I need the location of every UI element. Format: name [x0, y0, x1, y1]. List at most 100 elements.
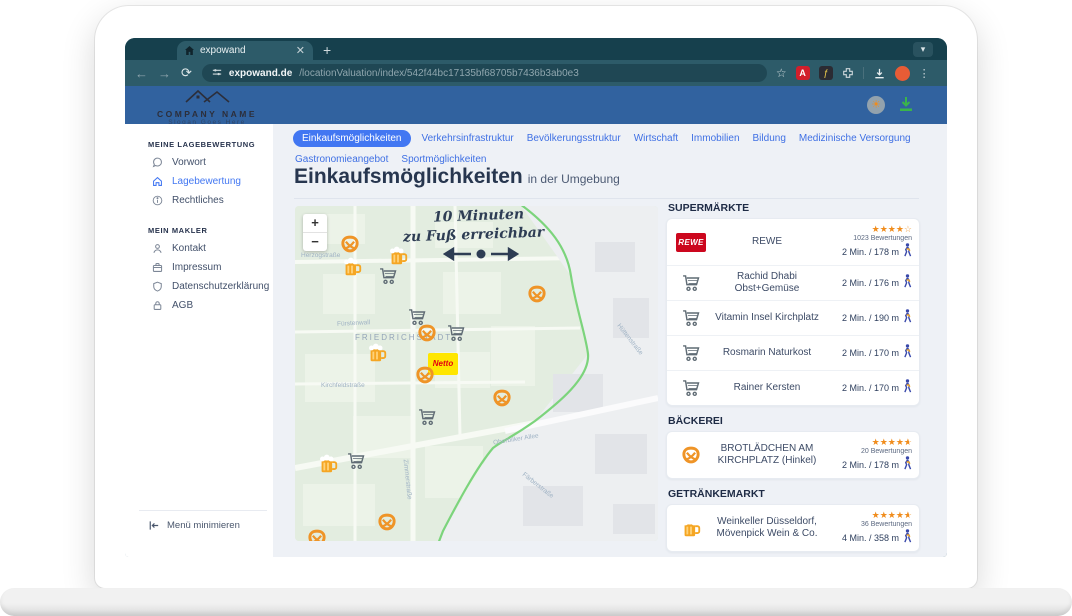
script-extension-icon[interactable]: ƒ [819, 66, 833, 80]
map-marker-pretzel[interactable] [339, 233, 361, 255]
poi-row[interactable]: REWEREWE★★★★☆ 1023 Bewertungen 2 Min. / … [667, 219, 919, 265]
browser-tab-bar: expowand ✕ + ▾ [125, 38, 947, 60]
map-marker-beer[interactable] [317, 453, 339, 475]
tab-search-chevron-button[interactable]: ▾ [913, 42, 933, 57]
sidebar-section-title: MEINE LAGEBEWERTUNG [148, 140, 273, 149]
tab-medizinische-versorgung[interactable]: Medizinische Versorgung [797, 130, 913, 147]
sidebar-item-label: Kontakt [172, 243, 206, 254]
map-annotation-line1: 10 Minuten [433, 206, 525, 225]
tab-bildung[interactable]: Bildung [751, 130, 788, 147]
map-marker-pretzel[interactable] [376, 511, 398, 533]
menu-minimize-label: Menü minimieren [167, 520, 240, 531]
browser-toolbar: ← → ⟳ expowand.de/locationValuation/inde… [125, 60, 947, 86]
browser-menu-icon[interactable]: ⋮ [919, 67, 930, 80]
poi-meta: ★★★★☆★ 20 Bewertungen 2 Min. / 178 m [826, 436, 912, 474]
home-favicon-icon [185, 46, 194, 55]
lock-icon [151, 300, 163, 311]
pdf-extension-icon[interactable]: A [796, 66, 810, 80]
theme-toggle-sun-icon[interactable]: ☀ [867, 96, 885, 114]
sidebar-item-lagebewertung[interactable]: Lagebewertung [125, 172, 273, 191]
sidebar-item-rechtliches[interactable]: Rechtliches [125, 191, 273, 210]
tab-bev-lkerungsstruktur[interactable]: Bevölkerungsstruktur [525, 130, 623, 147]
map[interactable]: + − 10 Minuten zu Fuß erreichbar [295, 206, 658, 541]
poi-card: BROTLÄDCHEN AM KIRCHPLATZ (Hinkel)★★★★☆★… [666, 431, 920, 479]
sidebar-item-datenschutzerkl-rung[interactable]: Datenschutzerklärung [125, 277, 273, 296]
page-title-sub: in der Umgebung [528, 172, 620, 186]
forward-icon[interactable]: → [158, 66, 171, 81]
map-marker-pretzel[interactable] [306, 527, 328, 541]
star-rating: ★★★★☆★ [826, 436, 912, 447]
tab-close-icon[interactable]: ✕ [296, 44, 305, 57]
map-marker-beer[interactable] [387, 245, 409, 267]
map-marker-pretzel[interactable] [526, 283, 548, 305]
tab-wirtschaft[interactable]: Wirtschaft [632, 130, 680, 147]
extensions-puzzle-icon[interactable] [842, 67, 854, 79]
sidebar: Menü minimieren MEINE LAGEBEWERTUNG Vorwo… [125, 124, 273, 557]
poi-row[interactable]: Vitamin Insel Kirchplatz 2 Min. / 190 m [667, 300, 919, 335]
tab-einkaufsm-glichkeiten[interactable]: Einkaufsmöglichkeiten [293, 130, 411, 147]
briefcase-icon [151, 262, 163, 273]
poi-row[interactable]: BROTLÄDCHEN AM KIRCHPLATZ (Hinkel)★★★★☆★… [667, 432, 919, 478]
map-marker-beer[interactable] [366, 342, 388, 364]
poi-row[interactable]: Weinkeller Düsseldorf, Mövenpick Wein & … [667, 505, 919, 551]
cart-icon [674, 378, 708, 398]
url-bar[interactable]: expowand.de/locationValuation/index/542f… [202, 64, 767, 82]
page-title: Einkaufsmöglichkeitenin der Umgebung [294, 165, 620, 189]
poi-panel: SUPERMÄRKTEREWEREWE★★★★☆ 1023 Bewertunge… [666, 202, 920, 557]
site-settings-icon[interactable] [212, 64, 222, 82]
walker-icon [903, 379, 912, 397]
poi-row[interactable]: Rachid Dhabi Obst+Gemüse 2 Min. / 176 m [667, 265, 919, 300]
sidebar-item-kontakt[interactable]: Kontakt [125, 239, 273, 258]
map-marker-pretzel[interactable] [414, 364, 436, 386]
reload-icon[interactable]: ⟳ [181, 65, 192, 81]
review-count: 36 Bewertungen [826, 520, 912, 529]
map-marker-pretzel[interactable] [491, 387, 513, 409]
map-marker-cart[interactable] [446, 323, 468, 345]
tab-verkehrsinfrastruktur[interactable]: Verkehrsinfrastruktur [420, 130, 516, 147]
category-tabs-row1: Einkaufsmöglichkeiten Verkehrsinfrastrukt… [293, 130, 913, 147]
main-content: Einkaufsmöglichkeiten Verkehrsinfrastrukt… [273, 124, 947, 557]
cart-icon [674, 308, 708, 328]
poi-meta: 2 Min. / 190 m [826, 309, 912, 327]
map-marker-beer[interactable] [341, 256, 363, 278]
walker-icon [903, 344, 912, 362]
sidebar-item-label: Lagebewertung [172, 176, 241, 187]
walker-icon [903, 274, 912, 292]
map-marker-cart[interactable] [378, 266, 400, 288]
poi-name: Rosmarin Naturkost [708, 347, 826, 360]
pretzel-icon [674, 444, 708, 466]
sidebar-item-impressum[interactable]: Impressum [125, 258, 273, 277]
menu-minimize-button[interactable]: Menü minimieren [149, 520, 240, 531]
sidebar-item-vorwort[interactable]: Vorwort [125, 153, 273, 172]
poi-row[interactable]: Rainer Kersten 2 Min. / 170 m [667, 370, 919, 405]
sidebar-item-agb[interactable]: AGB [125, 296, 273, 315]
poi-row[interactable]: Rosmarin Naturkost 2 Min. / 170 m [667, 335, 919, 370]
poi-name: Weinkeller Düsseldorf, Mövenpick Wein & … [708, 516, 826, 541]
map-marker-pretzel[interactable] [416, 322, 438, 344]
zoom-in-button[interactable]: + [303, 214, 327, 232]
sidebar-item-label: Datenschutzerklärung [172, 281, 269, 292]
poi-distance: 2 Min. / 178 m [826, 243, 912, 261]
map-marker-cart[interactable] [346, 451, 368, 473]
poi-meta: ★★★★☆ 1023 Bewertungen 2 Min. / 178 m [826, 223, 912, 261]
poi-name: BROTLÄDCHEN AM KIRCHPLATZ (Hinkel) [708, 443, 826, 468]
zoom-out-button[interactable]: − [303, 232, 327, 251]
downloads-icon[interactable] [873, 67, 886, 80]
poi-meta: 2 Min. / 170 m [826, 379, 912, 397]
bookmark-star-icon[interactable]: ☆ [776, 66, 787, 80]
rewe-logo: REWE [674, 233, 708, 252]
company-logo: COMPANY NAME Slogan Goes Here [147, 89, 267, 126]
new-tab-button[interactable]: + [323, 41, 331, 59]
back-icon[interactable]: ← [135, 66, 148, 81]
map-marker-cart[interactable] [417, 407, 439, 429]
download-report-icon[interactable] [897, 95, 915, 118]
sidebar-section-title: MEIN MAKLER [148, 226, 273, 235]
browser-tab[interactable]: expowand ✕ [177, 41, 313, 60]
info-icon [151, 195, 163, 206]
poi-name: Rainer Kersten [708, 382, 826, 395]
profile-avatar[interactable] [895, 66, 910, 81]
cart-icon [674, 343, 708, 363]
poi-meta: 2 Min. / 170 m [826, 344, 912, 362]
poi-distance: 2 Min. / 178 m [826, 456, 912, 474]
tab-immobilien[interactable]: Immobilien [689, 130, 741, 147]
